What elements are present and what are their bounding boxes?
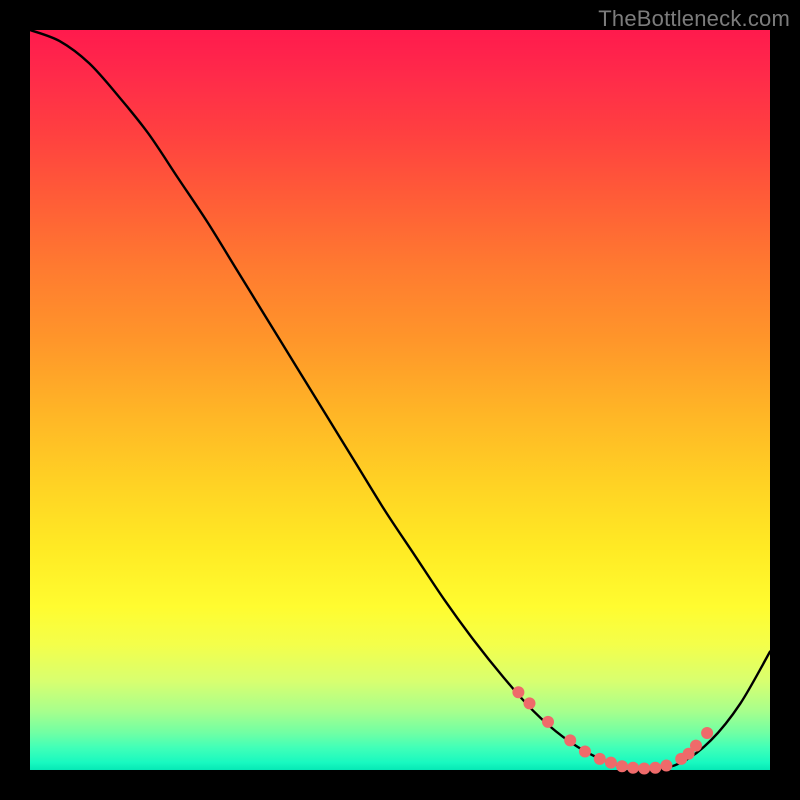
marker-point [605,757,617,769]
bottleneck-curve [30,30,770,770]
chart-frame: TheBottleneck.com [0,0,800,800]
marker-point [616,760,628,772]
marker-point [649,762,661,774]
marker-point [690,740,702,752]
plot-area [30,30,770,770]
marker-point [701,727,713,739]
marker-point [579,746,591,758]
marker-point [542,716,554,728]
marker-point [660,760,672,772]
curve-svg [30,30,770,770]
marker-point [524,697,536,709]
marker-point [627,762,639,774]
marker-point [638,763,650,775]
watermark-text: TheBottleneck.com [598,6,790,32]
marker-point [594,753,606,765]
marker-point [564,734,576,746]
marker-point [512,686,524,698]
highlight-markers [512,686,713,774]
